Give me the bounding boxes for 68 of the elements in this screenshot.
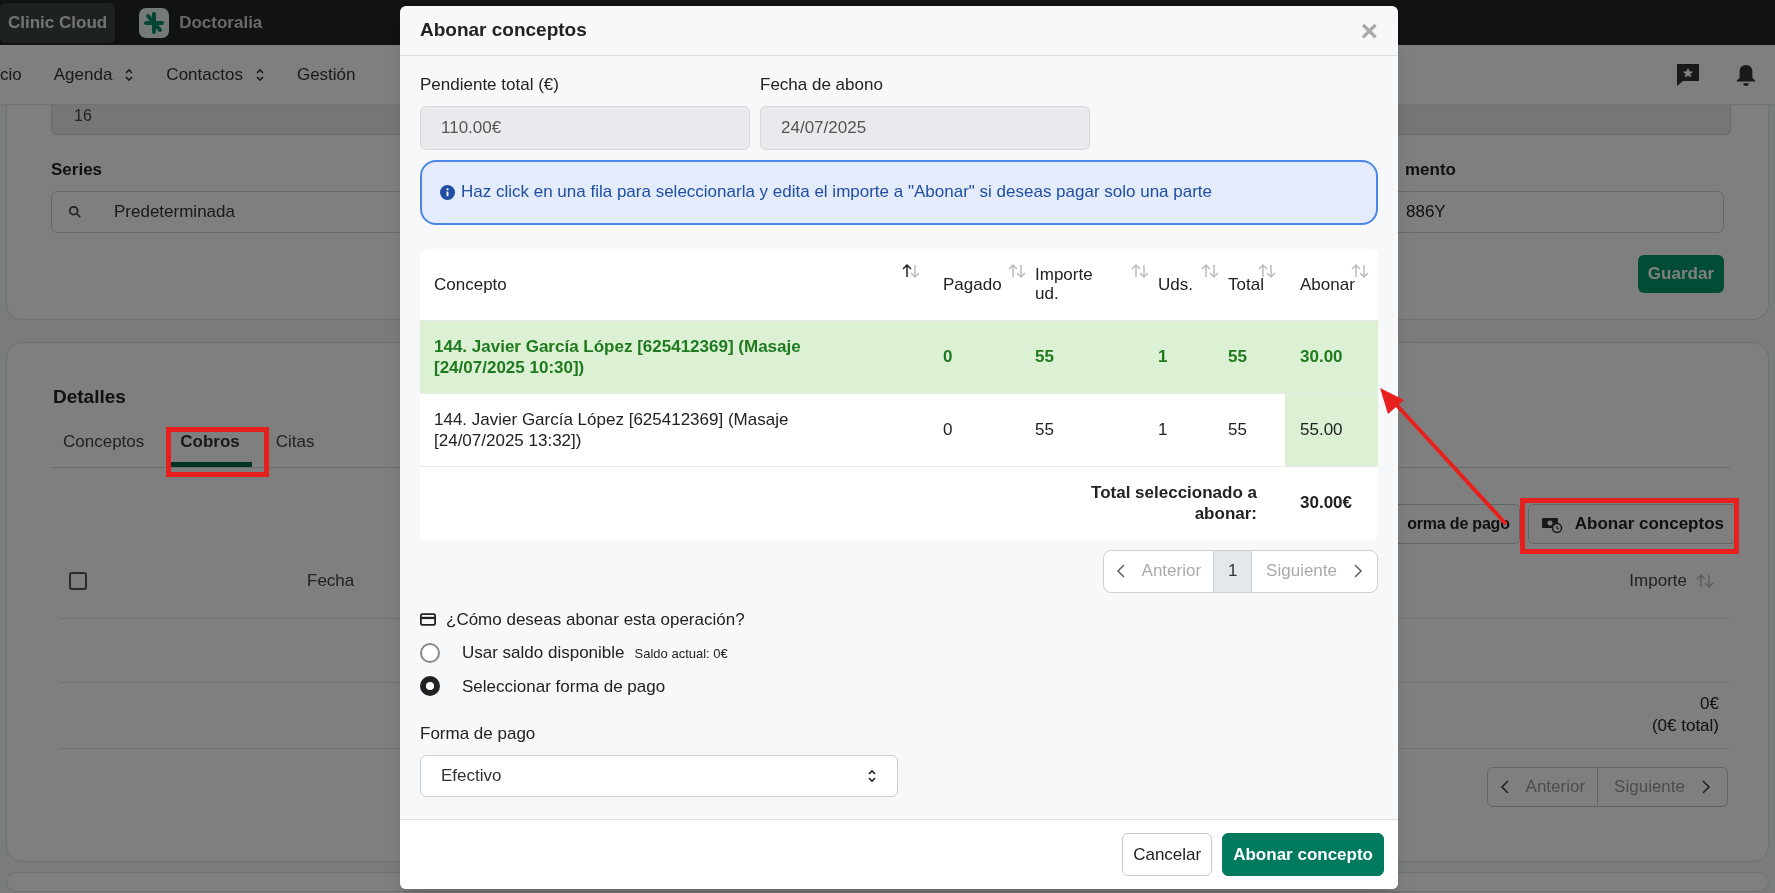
field-label: Forma de pago (420, 723, 537, 745)
chevron-left-icon (1499, 778, 1510, 795)
cancel-button[interactable]: Cancelar (1122, 833, 1213, 876)
feedback-icon (1675, 61, 1701, 88)
page-button[interactable]: 1 (1214, 550, 1253, 592)
total-amount: 0€ (1700, 693, 1719, 715)
total-value: 30.00€ (1299, 492, 1353, 515)
radio-button[interactable] (420, 642, 440, 663)
chevron-icon (867, 767, 877, 784)
field-label: mento (1404, 159, 1457, 181)
app-tab[interactable]: Doctoralia (131, 2, 271, 43)
total-label: Total seleccionado a abonar: (1090, 482, 1257, 524)
column-header[interactable]: Importe ud. (1035, 248, 1158, 320)
input-field: 24/07/2025 (760, 105, 1090, 150)
nav-item[interactable]: Gestión (296, 61, 356, 88)
tab[interactable]: Cobros (168, 421, 252, 467)
table-cell-text: 55 (1035, 345, 1055, 368)
radio-option[interactable]: Usar saldo disponible Saldo actual: 0€ (420, 640, 1378, 666)
table-row[interactable]: 144. Javier García López [625412369] (Masaje [24/07/2025 10:30]) 0 55 1 55 30.00 (420, 320, 1378, 394)
total-note: (0€ total) (1651, 715, 1719, 737)
table-cell-text: 0 (943, 345, 954, 368)
column-header[interactable]: Pagado (943, 248, 1035, 320)
table-cell-text: 55 (1228, 418, 1248, 441)
table-cell-text: 55 (1228, 345, 1248, 368)
column-header[interactable]: Abonar (1285, 248, 1378, 320)
field-label: Series (51, 159, 104, 181)
column-header[interactable]: Total (1228, 248, 1285, 320)
column-header[interactable]: Uds. (1158, 248, 1228, 320)
confirm-button[interactable]: Abonar concepto (1222, 833, 1384, 876)
logo-icon (139, 7, 170, 38)
radio-option[interactable]: Seleccionar forma de pago (420, 673, 1378, 699)
table-cell-text: 1 (1158, 345, 1169, 368)
chevron-left-icon (1115, 563, 1126, 579)
field-label: Fecha de abono (760, 74, 884, 96)
table-row[interactable]: 144. Javier García López [625412369] (Masaje [24/07/2025 13:32]) 0 55 1 55 55.00 (420, 393, 1378, 467)
dialog-title: Abonar conceptos (420, 18, 587, 43)
action-button[interactable]: Abonar conceptos (1527, 503, 1737, 544)
column-header[interactable]: Fecha (307, 567, 355, 594)
table-cell-text: 1 (1158, 418, 1169, 441)
next-button[interactable]: Siguiente (1252, 550, 1377, 592)
balance-note: Saldo actual: 0€ (634, 645, 728, 663)
question-text: ¿Cómo deseas abonar esta operación? (446, 608, 745, 631)
info-text: Haz click en una fila para seleccionarla y edita el importe a "Abonar" si deseas pagar solo una parte (461, 181, 1213, 204)
table-cell-text: 144. Javier García López [625412369] (Masaje [24/07/2025 13:32]) (433, 408, 790, 452)
payment-select[interactable]: Efectivo (420, 754, 898, 797)
table-cell-text: 55 (1035, 418, 1055, 441)
credit-card-icon (420, 612, 436, 626)
select-all-checkbox[interactable] (69, 571, 87, 590)
table-cell[interactable]: 55.00 (1285, 393, 1378, 466)
table-cell-text: 144. Javier García López [625412369] (Masaje [24/07/2025 10:30]) (433, 335, 802, 379)
section-title: Detalles (53, 385, 127, 409)
column-header[interactable]: Importe (1629, 567, 1715, 594)
input-field: 110.00€ (420, 105, 750, 150)
chevron-right-icon (1701, 778, 1711, 795)
table-cell-text: 0 (943, 418, 954, 441)
chevron-right-icon (1353, 563, 1363, 579)
radio-button[interactable] (420, 676, 440, 697)
nav-item[interactable]: Agenda (53, 61, 135, 88)
search-icon (68, 204, 82, 219)
save-button[interactable]: Guardar (1637, 254, 1724, 293)
info-icon (440, 184, 455, 200)
field-label: Pendiente total (€) (420, 74, 560, 96)
app-tab[interactable]: Clinic Cloud (0, 2, 116, 43)
column-header[interactable]: Concepto (420, 248, 943, 320)
nav-item[interactable]: cio (0, 61, 22, 88)
tab[interactable]: Citas (263, 421, 327, 467)
nav-item[interactable]: Contactos (166, 61, 265, 88)
tab[interactable]: Conceptos (51, 421, 157, 467)
